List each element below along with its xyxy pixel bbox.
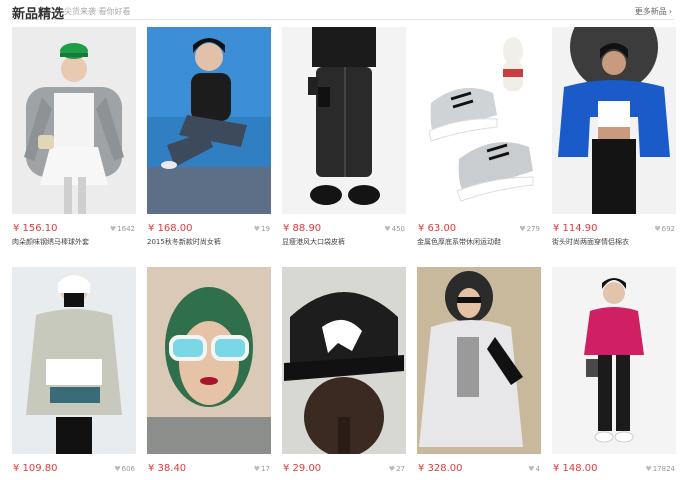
product-card[interactable]: ¥ 88.90 ♥450 显瘦港风大口袋皮裤 [282,27,406,246]
product-image[interactable] [417,267,541,454]
likes-count: ♥19 [253,225,270,233]
product-price: ¥ 109.80 [13,463,58,474]
product-card[interactable]: ¥ 38.40 ♥17 [147,267,271,474]
product-card[interactable]: ¥ 109.80 ♥606 [12,267,136,474]
product-image[interactable] [282,27,406,214]
heart-icon: ♥ [384,225,391,233]
product-image[interactable] [12,267,136,454]
product-price: ¥ 114.90 [553,223,598,234]
product-title[interactable]: 2015秋冬新款时尚女裤 [147,237,271,247]
product-card[interactable]: ¥ 148.00 ♥17824 [552,267,676,474]
chevron-right-icon: › [668,7,672,16]
product-price: ¥ 168.00 [148,223,193,234]
likes-count: ♥1642 [109,225,135,233]
heart-icon: ♥ [388,465,396,473]
section-subtitle: 尖货来袭 看你好看 [64,7,131,16]
likes-count: ♥17824 [645,465,675,473]
heart-icon: ♥ [654,225,661,233]
likes-count: ♥279 [519,225,540,233]
likes-count: ♥692 [654,225,675,233]
product-price: ¥ 148.00 [553,463,598,474]
product-price: ¥ 328.00 [418,463,463,474]
product-price: ¥ 88.90 [283,223,322,234]
product-card[interactable]: ¥ 114.90 ♥692 街头时尚两面穿情侣棉衣 [552,27,676,246]
more-new-products-link[interactable]: 更多新品 › [635,6,672,17]
product-card[interactable]: ¥ 168.00 ♥19 2015秋冬新款时尚女裤 [147,27,271,246]
product-title[interactable]: 肉朵颜味钢绣马棒球外套 [12,237,136,247]
heart-icon: ♥ [253,465,261,473]
likes-count: ♥606 [114,465,135,473]
product-image[interactable] [12,27,136,214]
likes-count: ♥4 [528,465,540,473]
product-image[interactable] [417,27,541,214]
heart-icon: ♥ [253,225,261,233]
heart-icon: ♥ [645,465,652,473]
heart-icon: ♥ [109,225,117,233]
product-price: ¥ 156.10 [13,223,58,234]
heart-icon: ♥ [528,465,535,473]
heart-icon: ♥ [114,465,121,473]
product-title[interactable]: 金属色厚底系带休闲运动鞋 [417,237,541,247]
product-price: ¥ 63.00 [418,223,457,234]
product-price: ¥ 38.40 [148,463,187,474]
product-image[interactable] [147,27,271,214]
product-card[interactable]: ¥ 63.00 ♥279 金属色厚底系带休闲运动鞋 [417,27,541,246]
heart-icon: ♥ [519,225,526,233]
likes-count: ♥17 [253,465,270,473]
product-card[interactable]: ¥ 156.10 ♥1642 肉朵颜味钢绣马棒球外套 [12,27,136,246]
product-image[interactable] [282,267,406,454]
product-title[interactable]: 显瘦港风大口袋皮裤 [282,237,406,247]
product-card[interactable]: ¥ 29.00 ♥27 [282,267,406,474]
product-card[interactable]: ¥ 328.00 ♥4 [417,267,541,474]
section-title: 新品精选 [12,7,65,22]
product-price: ¥ 29.00 [283,463,322,474]
more-new-products-label: 更多新品 [634,7,667,16]
likes-count: ♥450 [384,225,405,233]
product-image[interactable] [552,267,676,454]
likes-count: ♥27 [388,465,405,473]
product-image[interactable] [552,27,676,214]
product-image[interactable] [147,267,271,454]
product-title[interactable]: 街头时尚两面穿情侣棉衣 [552,237,676,247]
section-header: 新品精选 尖货来袭 看你好看 更多新品 › [12,0,674,22]
